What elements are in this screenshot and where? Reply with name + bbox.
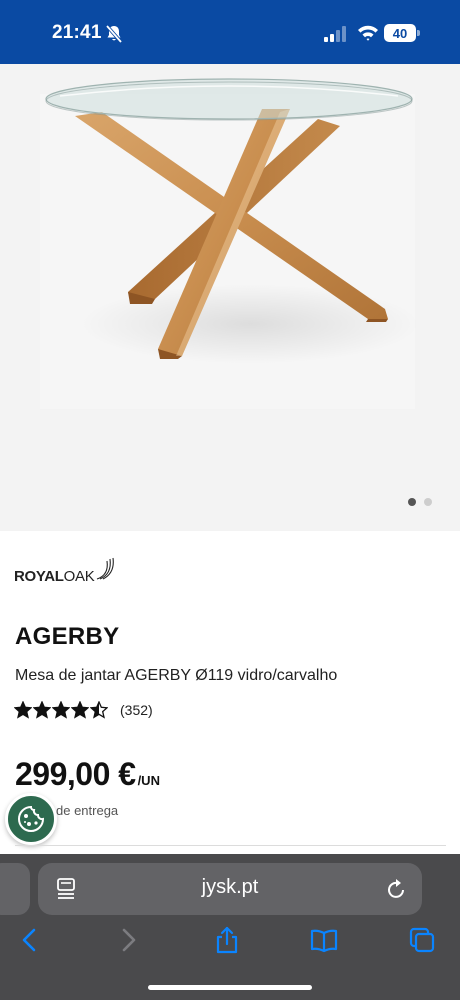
brand-logo[interactable]: ROYAL OAK: [14, 555, 115, 585]
product-image-gallery[interactable]: [0, 64, 460, 531]
forward-button[interactable]: [112, 924, 144, 956]
brand-arc-icon: [97, 557, 115, 580]
product-title: AGERBY: [15, 623, 120, 650]
product-image: [40, 78, 420, 409]
bookmarks-button[interactable]: [308, 924, 340, 956]
home-indicator: [148, 985, 312, 990]
reload-icon[interactable]: [386, 876, 408, 900]
star-icon: [71, 701, 89, 719]
gallery-pagination[interactable]: [408, 498, 432, 506]
back-icon: [22, 928, 36, 952]
gallery-dot-1[interactable]: [408, 498, 416, 506]
tabs-icon: [409, 927, 435, 953]
bell-slash-icon: [105, 24, 123, 44]
review-count[interactable]: (352): [120, 702, 153, 718]
product-rating[interactable]: (352): [14, 701, 153, 719]
price-value: 299,00 €: [15, 756, 136, 792]
share-button[interactable]: [211, 924, 243, 956]
status-time: 21:41: [52, 22, 102, 43]
delivery-info: de entrega: [56, 803, 119, 818]
wifi-icon: [358, 25, 378, 41]
cookie-icon: [18, 805, 45, 832]
star-icon: [90, 701, 108, 719]
forward-icon: [122, 928, 136, 952]
star-icon: [52, 701, 70, 719]
section-divider: [15, 845, 446, 846]
cookie-settings-button[interactable]: [5, 793, 57, 845]
price-unit: /UN: [137, 773, 160, 788]
battery-icon: 40: [384, 24, 420, 42]
gallery-dot-2[interactable]: [424, 498, 432, 506]
star-icon: [33, 701, 51, 719]
signal-icon: [324, 26, 346, 42]
brand-logo-oak: OAK: [63, 568, 95, 585]
tabs-button[interactable]: [406, 924, 438, 956]
back-button[interactable]: [14, 924, 46, 956]
url-text[interactable]: jysk.pt: [38, 876, 422, 899]
share-icon: [216, 926, 238, 954]
product-price: 299,00 € /UN: [15, 756, 160, 793]
bookmarks-icon: [310, 929, 338, 953]
battery-body: 40: [384, 24, 416, 42]
product-description: Mesa de jantar AGERBY Ø119 vidro/carvalh…: [15, 667, 338, 684]
brand-logo-royal: ROYAL: [14, 568, 64, 585]
rating-stars: [14, 701, 108, 719]
previous-tab-preview[interactable]: [0, 863, 30, 915]
battery-level: 40: [392, 25, 408, 41]
status-bar: 21:41 40: [0, 0, 460, 64]
star-icon: [14, 701, 32, 719]
battery-cap: [417, 30, 420, 36]
